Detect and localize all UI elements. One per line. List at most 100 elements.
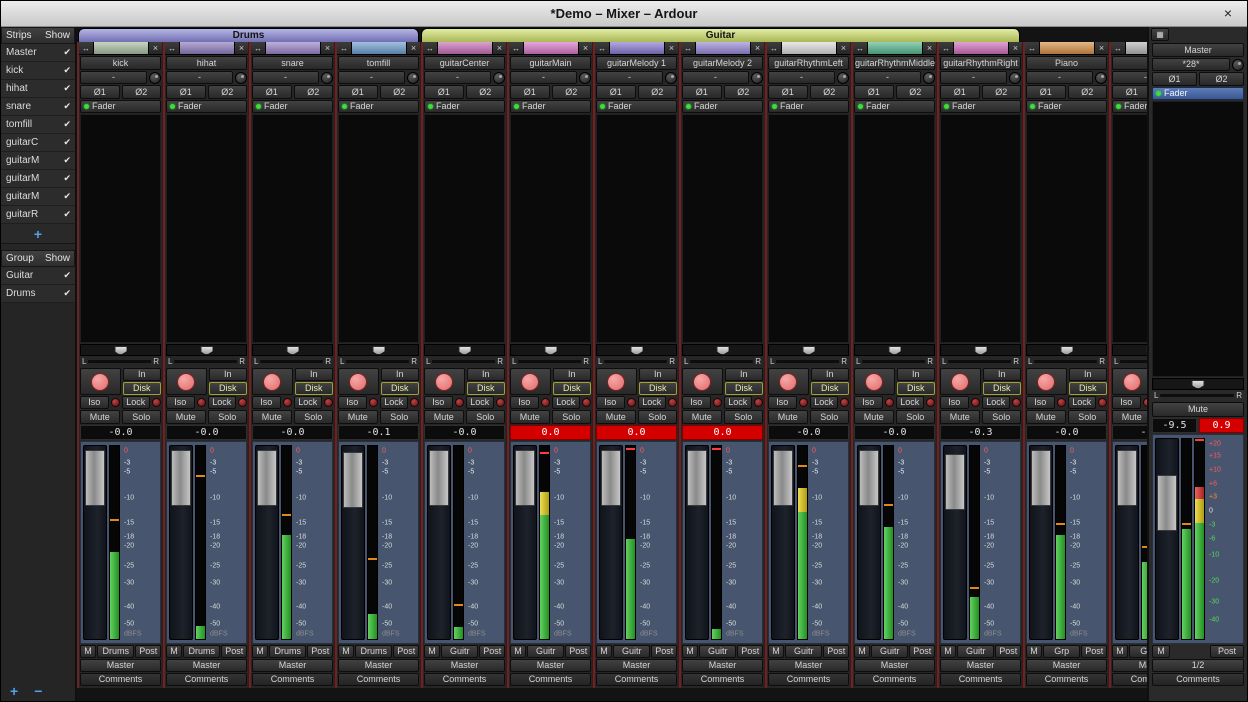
pan-control[interactable] [596, 344, 677, 356]
metering-m-button[interactable]: M [596, 645, 612, 658]
pan-groove[interactable] [604, 360, 667, 363]
gain-fader[interactable] [1029, 445, 1053, 640]
add-group-button[interactable]: + [7, 684, 21, 698]
visibility-checkbox[interactable]: ✔ [63, 119, 71, 130]
output-button[interactable]: Master [1026, 659, 1107, 672]
solo-isolate-button[interactable]: Iso [338, 396, 367, 409]
strip-handle-icon[interactable]: ↔ [509, 42, 524, 54]
monitor-input-button[interactable]: In [639, 368, 678, 381]
visibility-checkbox[interactable]: ✔ [63, 47, 71, 58]
gain-mode-button[interactable]: Fader [338, 100, 419, 113]
visibility-checkbox[interactable]: ✔ [63, 270, 71, 281]
phase-1-button[interactable]: Ø1 [940, 85, 980, 99]
level-meter[interactable] [109, 445, 120, 640]
master-phase-2-button[interactable]: Ø2 [1199, 72, 1244, 86]
group-button[interactable]: Drums [97, 645, 134, 658]
mute-button[interactable]: Mute [682, 410, 722, 424]
gain-display[interactable]: -0.0 [1026, 425, 1107, 440]
phase-2-button[interactable]: Ø2 [552, 85, 592, 99]
pan-control[interactable] [682, 344, 763, 356]
master-output-button[interactable]: 1/2 [1152, 659, 1244, 672]
solo-lock-button[interactable]: Lock [638, 396, 667, 409]
solo-isolate-button[interactable]: Iso [1112, 396, 1141, 409]
trim-knob[interactable] [493, 72, 505, 84]
group-button[interactable]: Grp [1129, 645, 1147, 658]
output-button[interactable]: Master [682, 659, 763, 672]
solo-isolate-button[interactable]: Iso [940, 396, 969, 409]
phase-2-button[interactable]: Ø2 [294, 85, 334, 99]
monitor-input-button[interactable]: In [553, 368, 592, 381]
group-tab-drums[interactable]: Drums [78, 28, 419, 42]
gain-mode-button[interactable]: Fader [682, 100, 763, 113]
fader-handle[interactable] [773, 450, 793, 506]
phase-1-button[interactable]: Ø1 [1112, 85, 1147, 99]
comments-button[interactable]: Comments [940, 673, 1021, 686]
monitor-disk-button[interactable]: Disk [897, 382, 936, 395]
metering-m-button[interactable]: M [768, 645, 784, 658]
strip-name-button[interactable]: guitarMelody 1 [596, 56, 677, 70]
pan-control[interactable] [252, 344, 333, 356]
pan-control[interactable] [1026, 344, 1107, 356]
meter-point-button[interactable]: Post [823, 645, 849, 658]
trim-display-button[interactable]: - [424, 71, 491, 84]
trim-display-button[interactable]: - [596, 71, 663, 84]
strip-name-button[interactable]: st [1112, 56, 1147, 70]
metering-m-button[interactable]: M [682, 645, 698, 658]
strip-handle-icon[interactable]: ↔ [1111, 42, 1126, 54]
group-button[interactable]: Guitr [441, 645, 478, 658]
phase-2-button[interactable]: Ø2 [810, 85, 850, 99]
gain-mode-button[interactable]: Fader [1026, 100, 1107, 113]
strip-close-icon[interactable]: × [492, 42, 506, 54]
gain-fader[interactable] [513, 445, 537, 640]
master-meter-point-button[interactable]: Post [1210, 645, 1244, 658]
solo-button[interactable]: Solo [380, 410, 420, 424]
pan-control[interactable] [768, 344, 849, 356]
strip-color-bar[interactable]: ↔ × [423, 42, 506, 55]
pan-groove[interactable] [174, 360, 237, 363]
gain-fader[interactable] [771, 445, 795, 640]
strip-name-button[interactable]: kick [80, 56, 161, 70]
trim-display-button[interactable]: - [682, 71, 749, 84]
gain-mode-button[interactable]: Fader [252, 100, 333, 113]
strip-close-icon[interactable]: × [664, 42, 678, 54]
trim-knob[interactable] [407, 72, 419, 84]
solo-button[interactable]: Solo [810, 410, 850, 424]
metering-m-button[interactable]: M [252, 645, 268, 658]
group-button[interactable]: Guitr [785, 645, 822, 658]
solo-isolate-button[interactable]: Iso [424, 396, 453, 409]
strip-close-icon[interactable]: × [406, 42, 420, 54]
visibility-checkbox[interactable]: ✔ [63, 173, 71, 184]
comments-button[interactable]: Comments [1112, 673, 1147, 686]
fader-handle[interactable] [945, 454, 965, 510]
solo-isolate-button[interactable]: Iso [252, 396, 281, 409]
master-comments-button[interactable]: Comments [1152, 673, 1244, 686]
record-arm-button[interactable] [510, 368, 551, 395]
pan-groove[interactable] [1034, 360, 1097, 363]
processor-box[interactable] [252, 114, 333, 343]
strip-close-icon[interactable]: × [836, 42, 850, 54]
gain-display[interactable]: -0.3 [940, 425, 1021, 440]
strip-handle-icon[interactable]: ↔ [165, 42, 180, 54]
strip-close-icon[interactable]: × [578, 42, 592, 54]
monitor-input-button[interactable]: In [811, 368, 850, 381]
window-close-button[interactable]: × [1219, 5, 1237, 21]
solo-lock-button[interactable]: Lock [380, 396, 409, 409]
gain-fader[interactable] [341, 445, 365, 640]
monitor-disk-button[interactable]: Disk [1069, 382, 1108, 395]
processor-box[interactable] [768, 114, 849, 343]
mute-button[interactable]: Mute [596, 410, 636, 424]
visibility-checkbox[interactable]: ✔ [63, 65, 71, 76]
strip-close-icon[interactable]: × [148, 42, 162, 54]
comments-button[interactable]: Comments [252, 673, 333, 686]
pan-groove[interactable] [1160, 394, 1234, 397]
metering-m-button[interactable]: M [338, 645, 354, 658]
strip-name-button[interactable]: tomfill [338, 56, 419, 70]
phase-1-button[interactable]: Ø1 [510, 85, 550, 99]
monitor-disk-button[interactable]: Disk [381, 382, 420, 395]
meter-point-button[interactable]: Post [135, 645, 161, 658]
solo-lock-button[interactable]: Lock [552, 396, 581, 409]
level-meter[interactable] [539, 445, 550, 640]
strip-color-bar[interactable]: ↔ × [337, 42, 420, 55]
record-arm-button[interactable] [338, 368, 379, 395]
phase-1-button[interactable]: Ø1 [166, 85, 206, 99]
